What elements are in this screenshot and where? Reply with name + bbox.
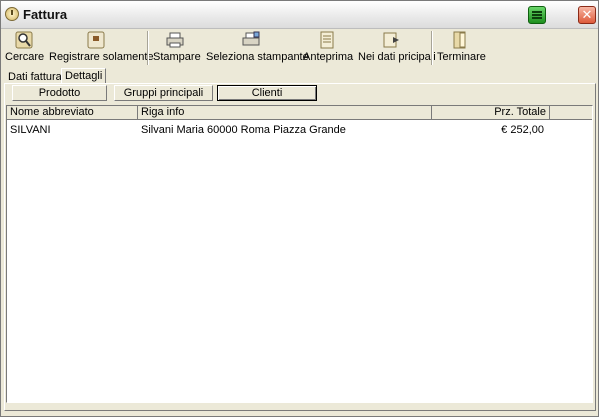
- terminare-label: Terminare: [437, 51, 486, 63]
- clienti-button[interactable]: Clienti: [217, 85, 317, 101]
- column-header-totale[interactable]: Prz. Totale: [432, 106, 550, 120]
- toolbar: Cercare Registrare solamente Stampare Se…: [1, 29, 598, 67]
- seleziona-label: Seleziona stampante: [206, 51, 309, 63]
- options-icon[interactable]: [528, 6, 546, 24]
- tab-dati-fattura[interactable]: Dati fattura: [5, 70, 65, 84]
- magnifier-icon: [15, 31, 33, 49]
- window-title: Fattura: [23, 7, 68, 22]
- table-row-info[interactable]: Silvani Maria 60000 Roma Piazza Grande: [138, 123, 432, 137]
- tab-dettagli[interactable]: Dettagli: [61, 68, 107, 84]
- exit-door-icon: [453, 31, 466, 49]
- gruppi-principali-button[interactable]: Gruppi principali: [114, 85, 213, 101]
- toolbar-separator: [147, 31, 149, 65]
- window: Fattura ✕ Cercare Registrare solamente S…: [0, 0, 599, 417]
- column-header-info[interactable]: Riga info: [138, 106, 432, 120]
- printer-select-icon: [242, 31, 260, 46]
- preview-icon: [320, 31, 334, 49]
- anteprima-label: Anteprima: [303, 51, 354, 63]
- column-header-nome[interactable]: Nome abbreviato: [7, 106, 138, 120]
- close-button[interactable]: ✕: [578, 6, 596, 24]
- app-clock-icon: [5, 7, 19, 21]
- column-header-filler: [550, 106, 592, 120]
- table-row-nome[interactable]: SILVANI: [7, 123, 138, 137]
- anteprima-button[interactable]: Anteprima: [303, 31, 354, 65]
- title-bar: Fattura ✕: [1, 1, 598, 29]
- nei-dati-label: Nei dati pricipali: [358, 51, 436, 63]
- cercare-button[interactable]: Cercare: [5, 31, 45, 65]
- nei-dati-button[interactable]: Nei dati pricipali: [358, 31, 436, 65]
- seleziona-stampante-button[interactable]: Seleziona stampante: [206, 31, 309, 65]
- stampare-button[interactable]: Stampare: [153, 31, 201, 65]
- prodotto-button[interactable]: Prodotto: [12, 85, 107, 101]
- terminare-button[interactable]: Terminare: [437, 31, 486, 65]
- table-row-totale[interactable]: € 252,00: [432, 123, 547, 137]
- printer-icon: [166, 32, 184, 48]
- save-icon: [87, 31, 105, 49]
- toolbar-separator: [431, 31, 433, 65]
- registrare-label: Registrare solamente: [49, 51, 154, 63]
- clients-list[interactable]: Nome abbreviato Riga info Prz. Totale SI…: [6, 105, 593, 403]
- data-transfer-icon: [383, 32, 399, 48]
- stampare-label: Stampare: [153, 51, 201, 63]
- registrare-button[interactable]: Registrare solamente: [49, 31, 154, 65]
- cercare-label: Cercare: [5, 51, 45, 63]
